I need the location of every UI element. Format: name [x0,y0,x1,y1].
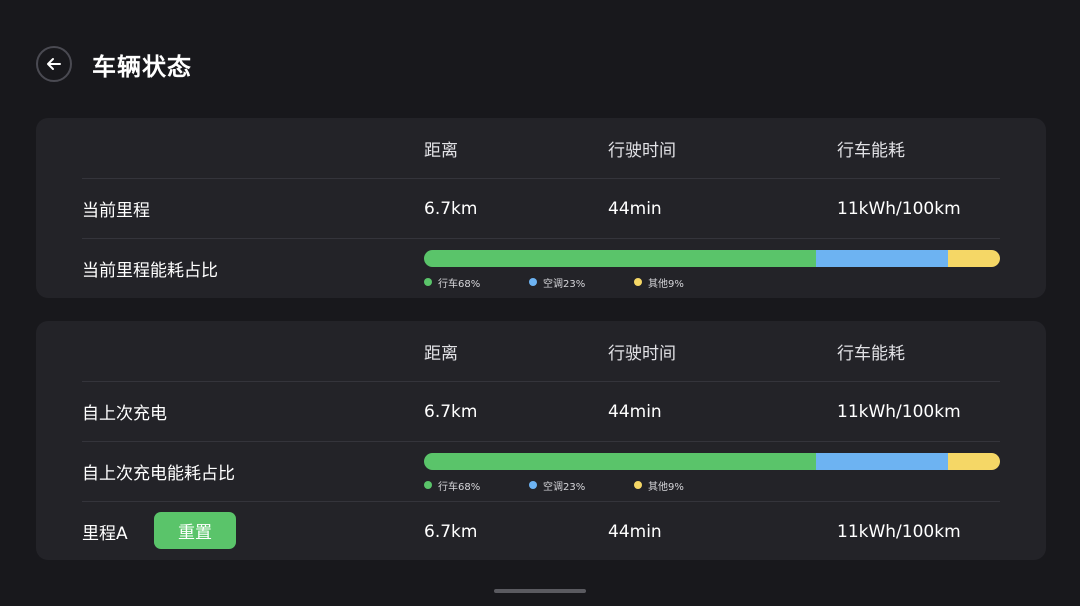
vehicle-status-page: 车辆状态 距离 行驶时间 行车能耗 当前里程 6.7km 44min 11kWh… [0,0,1080,606]
current-trip-drive-time: 44min [608,198,662,219]
legend-other-dot [634,278,642,286]
energy-share-bar: 行车68% 空调23% 其他9% [424,453,1000,493]
legend-drive-dot [424,278,432,286]
legend-drive-dot [424,481,432,489]
legend-ac-dot [529,278,537,286]
ac-share-segment [815,250,949,267]
legend-other: 其他9% [634,275,739,290]
home-indicator[interactable] [494,589,586,593]
legend-drive: 行车68% [424,478,529,493]
header: 车辆状态 [36,46,192,82]
ac-share-segment [815,453,949,470]
energy-share-legend: 行车68% 空调23% 其他9% [424,275,1000,290]
legend-ac-label: 空调23% [543,481,586,493]
since-charge-card: 距离 行驶时间 行车能耗 自上次充电 6.7km 44min 11kWh/100… [36,321,1046,560]
since-charge-row: 自上次充电 6.7km 44min 11kWh/100km [82,381,1000,441]
legend-ac: 空调23% [529,275,634,290]
other-share-segment [948,250,1000,267]
drive-share-segment [424,453,816,470]
legend-drive-label: 行车68% [438,481,481,493]
column-header-consumption: 行车能耗 [837,140,905,161]
column-header-drive-time: 行驶时间 [608,140,676,161]
since-charge-distance: 6.7km [424,401,478,422]
energy-share-legend: 行车68% 空调23% 其他9% [424,478,1000,493]
since-charge-ratio-label: 自上次充电能耗占比 [82,464,235,484]
since-charge-consumption: 11kWh/100km [837,401,961,422]
since-charge-label: 自上次充电 [82,404,167,424]
legend-ac: 空调23% [529,478,634,493]
legend-drive: 行车68% [424,275,529,290]
drive-share-segment [424,250,816,267]
legend-other-label: 其他9% [648,481,684,493]
current-trip-ratio-label: 当前里程能耗占比 [82,261,218,281]
column-header-consumption: 行车能耗 [837,343,905,364]
current-trip-distance: 6.7km [424,198,478,219]
since-charge-drive-time: 44min [608,401,662,422]
energy-share-bar: 行车68% 空调23% 其他9% [424,250,1000,290]
column-header-distance: 距离 [424,343,458,364]
other-share-segment [948,453,1000,470]
column-header-drive-time: 行驶时间 [608,343,676,364]
legend-ac-dot [529,481,537,489]
legend-other: 其他9% [634,478,739,493]
column-header-distance: 距离 [424,140,458,161]
column-header-row: 距离 行驶时间 行车能耗 [82,321,1000,381]
trip-a-consumption: 11kWh/100km [837,521,961,542]
back-button[interactable] [36,46,72,82]
trip-a-row: 里程A 重置 6.7km 44min 11kWh/100km [82,501,1000,561]
trip-a-drive-time: 44min [608,521,662,542]
legend-drive-label: 行车68% [438,278,481,290]
reset-trip-a-button[interactable]: 重置 [154,512,236,549]
since-charge-ratio-row: 自上次充电能耗占比 行车68% 空调23% 其他9% [82,441,1000,501]
legend-other-dot [634,481,642,489]
current-trip-row: 当前里程 6.7km 44min 11kWh/100km [82,178,1000,238]
column-header-row: 距离 行驶时间 行车能耗 [82,118,1000,178]
arrow-left-icon [47,58,61,70]
trip-a-label: 里程A [82,524,128,544]
trip-a-distance: 6.7km [424,521,478,542]
current-trip-ratio-row: 当前里程能耗占比 行车68% 空调23% 其他9% [82,238,1000,298]
current-trip-consumption: 11kWh/100km [837,198,961,219]
current-trip-label: 当前里程 [82,201,150,221]
page-title: 车辆状态 [92,52,192,81]
current-trip-card: 距离 行驶时间 行车能耗 当前里程 6.7km 44min 11kWh/100k… [36,118,1046,298]
legend-other-label: 其他9% [648,278,684,290]
legend-ac-label: 空调23% [543,278,586,290]
